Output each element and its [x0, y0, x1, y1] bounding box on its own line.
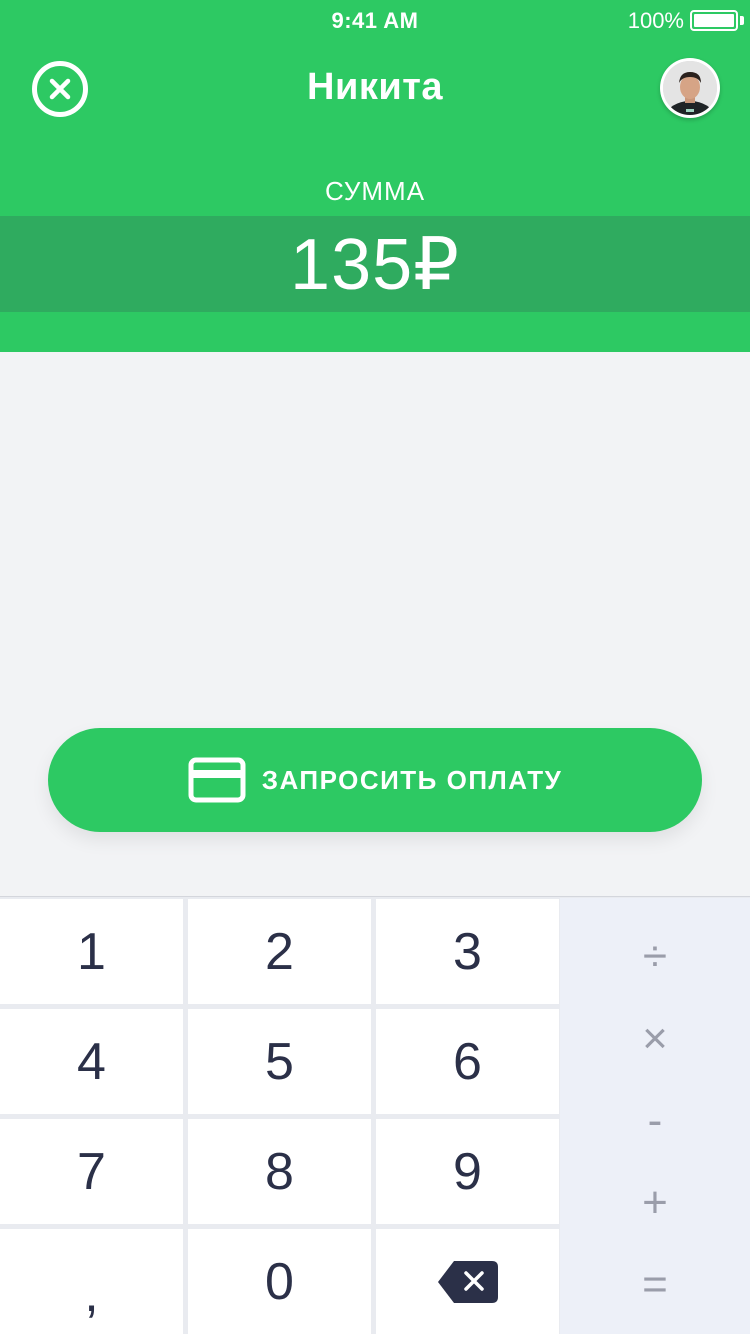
key-5[interactable]: 5 [188, 1009, 371, 1114]
credit-card-icon [188, 757, 246, 803]
backspace-key[interactable] [376, 1229, 559, 1334]
key-6[interactable]: 6 [376, 1009, 559, 1114]
key-4[interactable]: 4 [0, 1009, 183, 1114]
equals-button[interactable]: = [560, 1244, 750, 1326]
key-0[interactable]: 0 [188, 1229, 371, 1334]
numeric-keypad: 1 2 3 4 5 6 7 8 9 , 0 ÷ × - + = [0, 896, 750, 1334]
key-8[interactable]: 8 [188, 1119, 371, 1224]
page-title: Никита [307, 66, 443, 108]
key-7[interactable]: 7 [0, 1119, 183, 1224]
key-9[interactable]: 9 [376, 1119, 559, 1224]
minus-button[interactable]: - [560, 1080, 750, 1162]
multiply-button[interactable]: × [560, 998, 750, 1080]
key-comma[interactable]: , [0, 1229, 183, 1334]
sum-label: СУММА [324, 176, 426, 206]
operator-column: ÷ × - + = [560, 898, 750, 1334]
battery-percentage: 100% [627, 8, 684, 33]
request-payment-label: ЗАПРОСИТЬ ОПЛАТУ [261, 764, 563, 795]
avatar-photo [663, 61, 717, 115]
key-2[interactable]: 2 [188, 899, 371, 1004]
key-3[interactable]: 3 [376, 899, 559, 1004]
key-1[interactable]: 1 [0, 899, 183, 1004]
request-payment-button[interactable]: ЗАПРОСИТЬ ОПЛАТУ [48, 728, 702, 832]
status-bar: 9:41 AM 100% [0, 0, 750, 40]
divide-button[interactable]: ÷ [560, 916, 750, 998]
battery-icon [690, 10, 738, 31]
battery-nub [740, 16, 744, 25]
amount-display: 135₽ [290, 225, 460, 305]
header: 9:41 AM 100% Никита СУММА 135₽ [0, 0, 750, 352]
plus-button[interactable]: + [560, 1162, 750, 1244]
avatar[interactable] [660, 58, 720, 118]
backspace-icon [437, 1261, 498, 1303]
